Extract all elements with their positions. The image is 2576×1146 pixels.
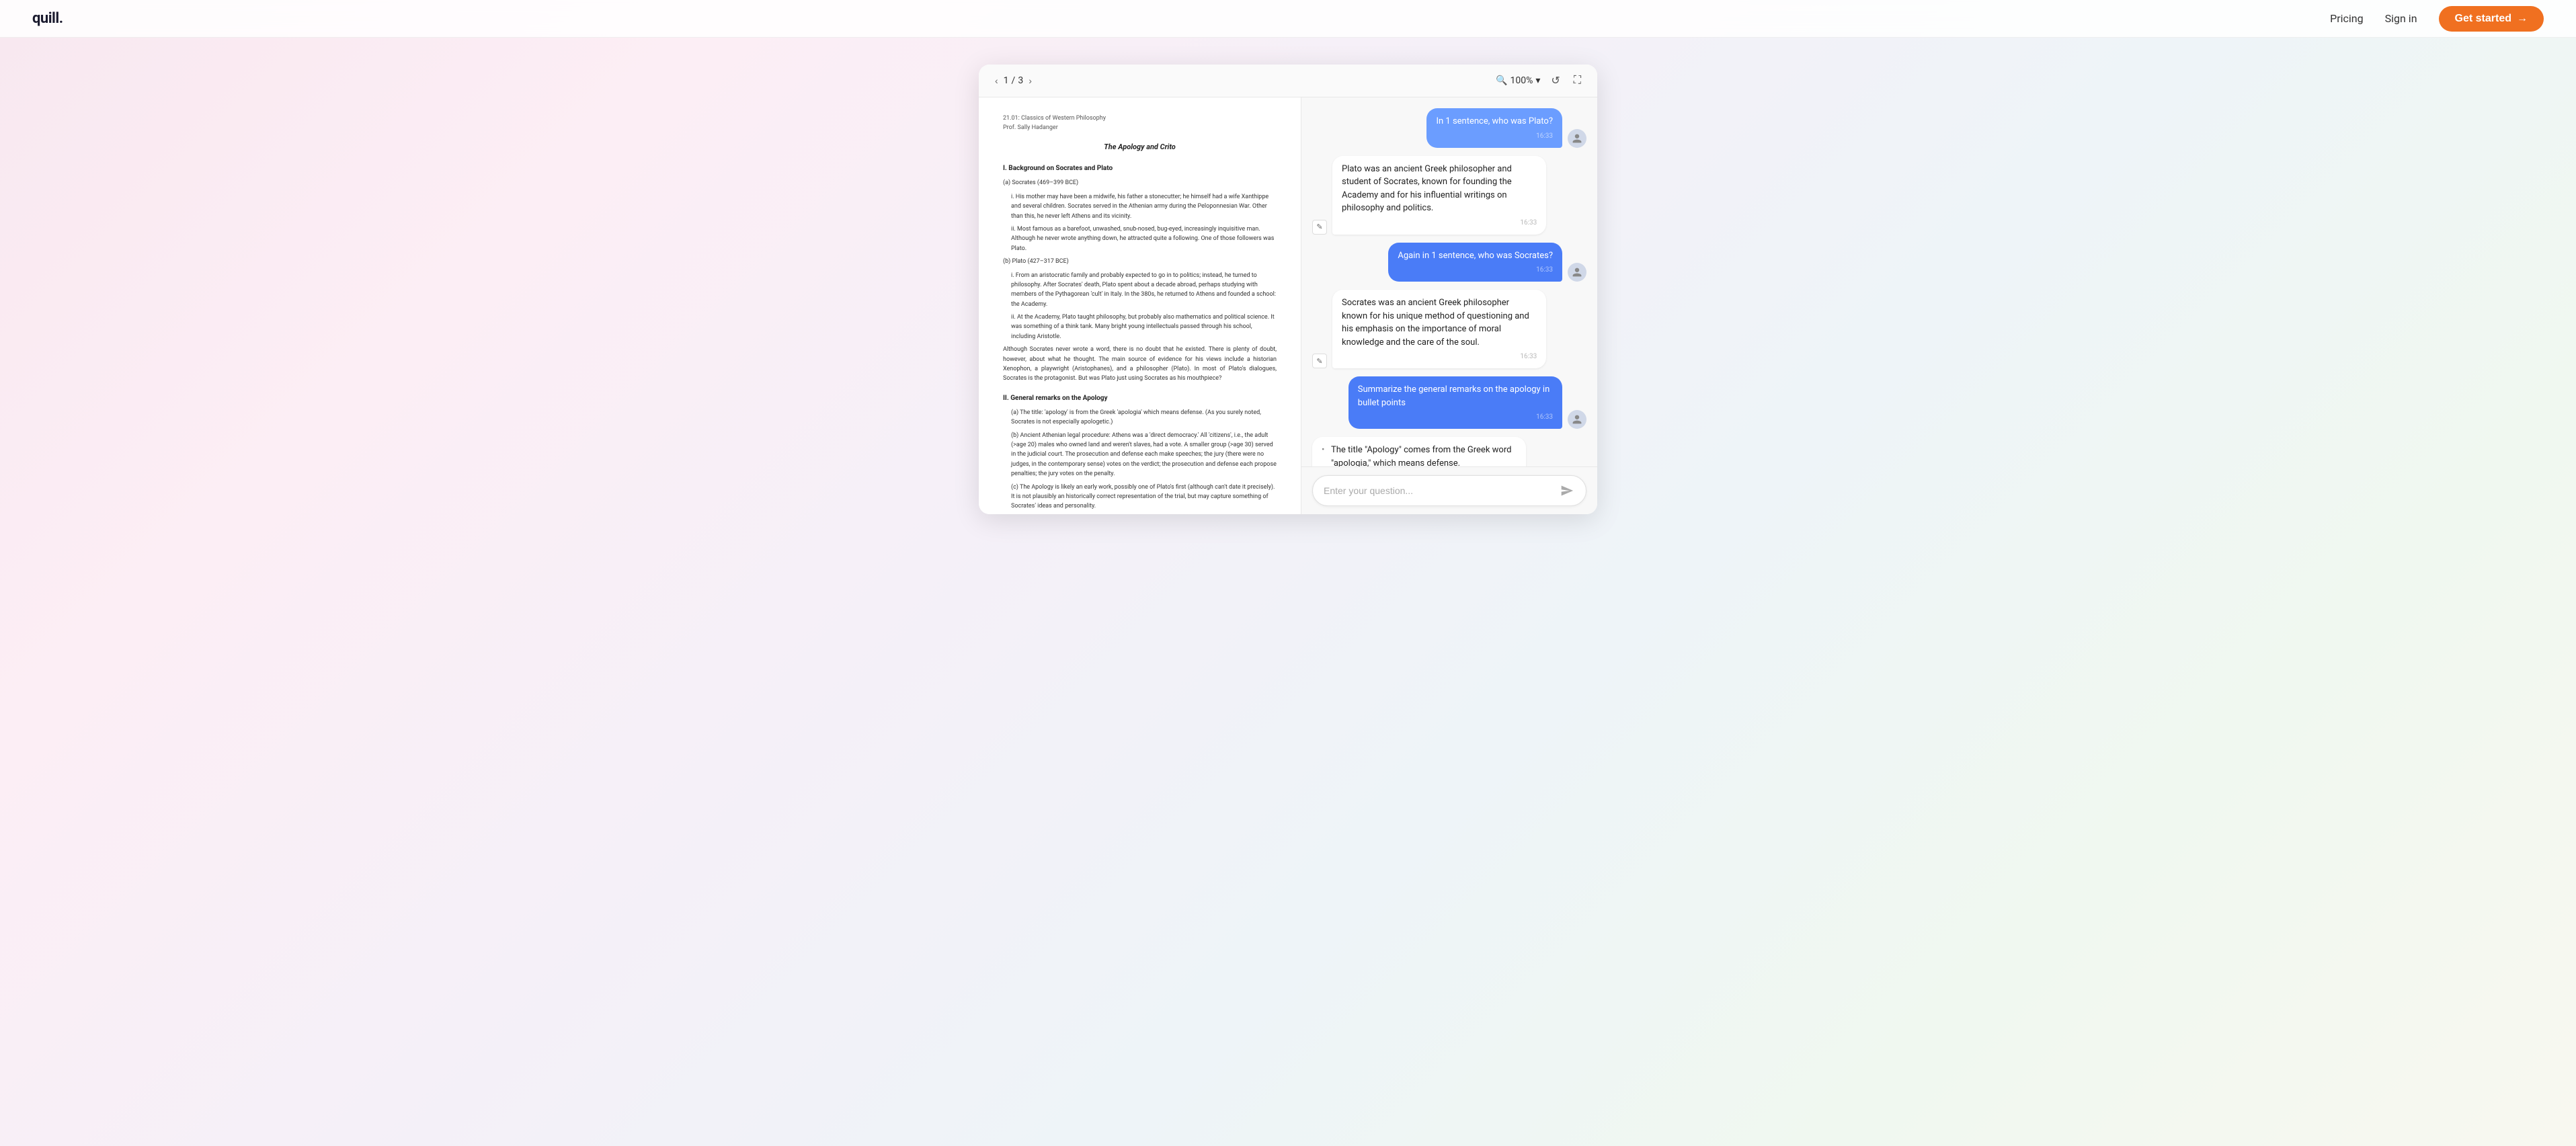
split-view: 21.01: Classics of Western Philosophy Pr… [979,97,1597,514]
pdf-header: 21.01: Classics of Western Philosophy Pr… [1003,114,1277,133]
chat-panel: In 1 sentence, who was Plato? 16:33 ✎ [1301,97,1597,514]
page-prev-button[interactable]: ‹ [992,74,1001,87]
search-icon: 🔍 [1496,75,1507,86]
user-avatar-1 [1568,129,1586,148]
bullet-list-6: The title "Apology" comes from the Greek… [1322,444,1517,466]
cta-arrow: → [2517,13,2528,25]
edit-button-2[interactable]: ✎ [1312,220,1327,235]
message-time-1: 16:33 [1436,131,1553,141]
message-bubble-4: Socrates was an ancient Greek philosophe… [1332,290,1546,368]
message-text-5: Summarize the general remarks on the apo… [1358,383,1553,409]
zoom-chevron-icon: ▾ [1535,75,1540,86]
get-started-button[interactable]: Get started → [2439,6,2544,32]
signin-link[interactable]: Sign in [2385,12,2417,25]
zoom-control[interactable]: 🔍 100% ▾ [1496,75,1540,86]
message-bubble-5: Summarize the general remarks on the apo… [1349,376,1562,429]
message-row-2: ✎ Plato was an ancient Greek philosopher… [1312,156,1586,235]
page-nav: ‹ 1 / 3 › [992,74,1035,87]
user-avatar-5 [1568,410,1586,429]
pdf-section-1-heading: I. Background on Socrates and Plato [1003,163,1277,174]
message-row-3: Again in 1 sentence, who was Socrates? 1… [1312,243,1586,282]
refresh-button[interactable]: ↺ [1548,71,1562,90]
pdf-socrates-label: (a) Socrates (469–399 BCE) [1003,178,1277,188]
message-row-6: The title "Apology" comes from the Greek… [1312,437,1586,466]
pdf-s1-i2: ii. Most famous as a barefoot, unwashed,… [1003,224,1277,253]
pdf-s2-i3: (c) The Apology is likely an early work,… [1003,483,1277,511]
pdf-s1-i4: ii. At the Academy, Plato taught philoso… [1003,313,1277,341]
edit-button-4[interactable]: ✎ [1312,354,1327,368]
message-row-1: In 1 sentence, who was Plato? 16:33 [1312,108,1586,148]
message-bubble-3: Again in 1 sentence, who was Socrates? 1… [1388,243,1562,282]
user-icon-3 [1572,267,1582,278]
page-next-button[interactable]: › [1026,74,1035,87]
message-text-3: Again in 1 sentence, who was Socrates? [1398,249,1553,263]
main-content: ‹ 1 / 3 › 🔍 100% ▾ ↺ ⛶ 21.01: [0,0,2576,1146]
message-row-4: ✎ Socrates was an ancient Greek philosop… [1312,290,1586,368]
zoom-level: 100% [1511,75,1533,86]
pdf-course: 21.01: Classics of Western Philosophy [1003,114,1277,123]
message-text-4: Socrates was an ancient Greek philosophe… [1342,296,1537,349]
pdf-section-2-heading: II. General remarks on the Apology [1003,393,1277,404]
user-avatar-3 [1568,263,1586,282]
nav-right: Pricing Sign in Get started → [2330,6,2544,32]
pdf-s1-i3: i. From an aristocratic family and proba… [1003,271,1277,310]
pdf-s1-i1: i. His mother may have been a midwife, h… [1003,192,1277,221]
chat-input-wrap [1312,475,1586,506]
page-total: 3 [1018,75,1023,86]
cta-label: Get started [2455,13,2511,25]
pdf-panel: 21.01: Classics of Western Philosophy Pr… [979,97,1301,514]
edit-wrap-4: ✎ [1312,354,1327,368]
pdf-plato-label: (b) Plato (427–317 BCE) [1003,257,1277,266]
message-bubble-6: The title "Apology" comes from the Greek… [1312,437,1526,466]
pdf-s2-i1: (a) The title: 'apology' is from the Gre… [1003,408,1277,427]
chat-input-area [1301,466,1597,514]
message-bubble-1: In 1 sentence, who was Plato? 16:33 [1426,108,1562,148]
bullet-item-1: The title "Apology" comes from the Greek… [1322,444,1517,466]
navbar: quill. Pricing Sign in Get started → [0,0,2576,38]
fullscreen-button[interactable]: ⛶ [1571,72,1584,89]
page-separator: / [1012,75,1016,86]
pdf-s2-i2: (b) Ancient Athenian legal procedure: At… [1003,431,1277,479]
message-time-3: 16:33 [1398,265,1553,275]
message-bubble-2: Plato was an ancient Greek philosopher a… [1332,156,1546,235]
pdf-title: The Apology and Crito [1003,141,1277,153]
message-text-2: Plato was an ancient Greek philosopher a… [1342,163,1537,215]
message-time-2: 16:33 [1342,218,1537,228]
chat-messages: In 1 sentence, who was Plato? 16:33 ✎ [1301,97,1597,466]
message-time-5: 16:33 [1358,412,1553,422]
pdf-s1-note: Although Socrates never wrote a word, th… [1003,345,1277,384]
page-current: 1 [1004,75,1009,86]
chat-input[interactable] [1324,485,1554,496]
send-icon [1560,484,1574,497]
pdf-prof: Prof. Sally Hadanger [1003,123,1277,132]
user-icon-5 [1572,414,1582,425]
logo: quill. [32,10,63,27]
page-indicator: 1 / 3 [1004,75,1024,86]
message-time-4: 16:33 [1342,352,1537,362]
edit-wrap-2: ✎ [1312,220,1327,235]
send-button[interactable] [1559,483,1575,499]
doc-toolbar: ‹ 1 / 3 › 🔍 100% ▾ ↺ ⛶ [979,65,1597,97]
message-text-1: In 1 sentence, who was Plato? [1436,115,1553,128]
pricing-link[interactable]: Pricing [2330,12,2364,25]
doc-viewer: ‹ 1 / 3 › 🔍 100% ▾ ↺ ⛶ 21.01: [979,65,1597,514]
message-row-5: Summarize the general remarks on the apo… [1312,376,1586,429]
user-icon-1 [1572,133,1582,144]
